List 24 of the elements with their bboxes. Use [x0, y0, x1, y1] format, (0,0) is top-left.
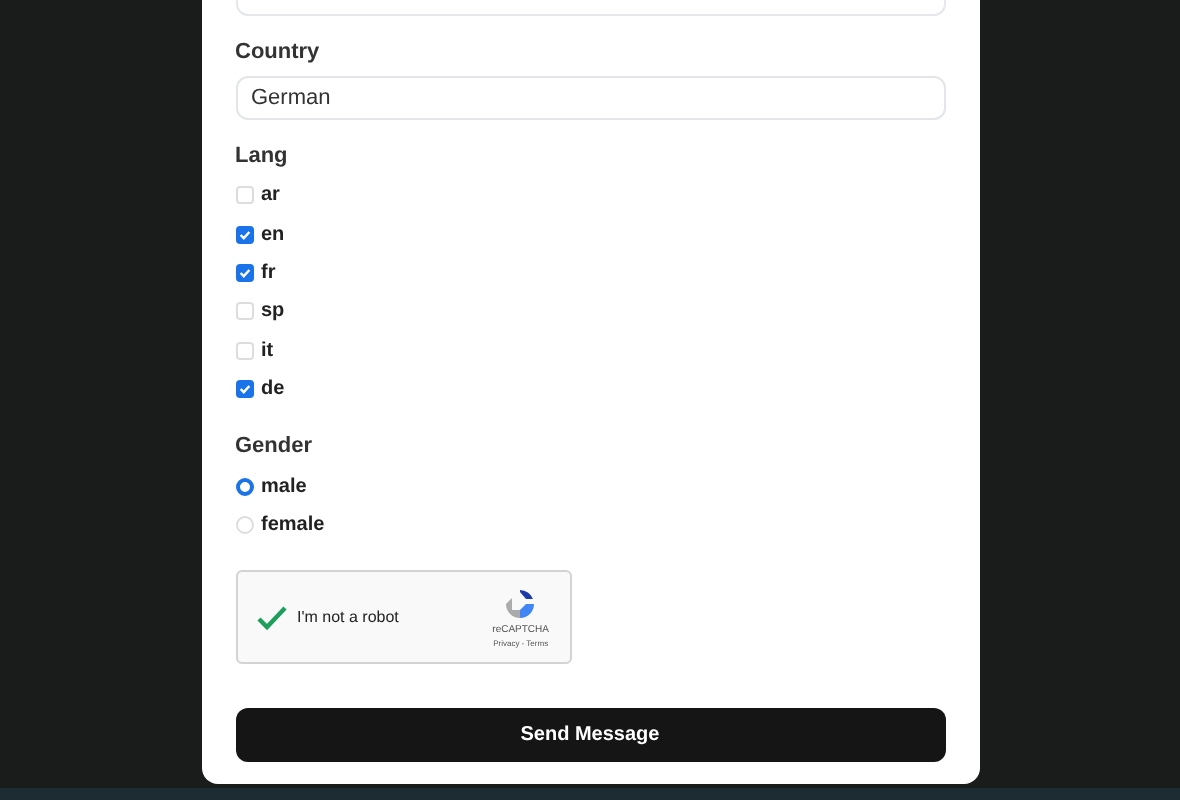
radio-button[interactable]	[235, 477, 253, 496]
checkbox-label: en	[261, 221, 285, 250]
checkbox[interactable]	[235, 341, 253, 360]
field-label: Gender	[235, 432, 313, 461]
send-message-button[interactable]: Send Message	[235, 708, 945, 763]
checkbox-label: fr	[261, 259, 276, 288]
checkbox-label: de	[261, 376, 285, 405]
radio-label: male	[261, 473, 307, 502]
radio-label: female	[261, 511, 325, 540]
check-icon	[255, 603, 287, 632]
input-field[interactable]	[235, 0, 945, 16]
checkbox-label: ar	[261, 182, 280, 211]
field-label: Country	[235, 38, 320, 66]
checkbox[interactable]	[235, 263, 253, 282]
checkbox[interactable]	[235, 380, 253, 399]
country-field[interactable]: German	[235, 76, 945, 120]
checkbox[interactable]	[235, 225, 253, 244]
checkbox-label: it	[261, 337, 274, 366]
field-label: Lang	[235, 142, 288, 170]
checkbox-label: sp	[261, 298, 285, 327]
captcha-label: I'm not a robot	[297, 605, 399, 630]
checkbox[interactable]	[235, 186, 253, 205]
recaptcha-logo-icon	[502, 585, 539, 622]
checkbox[interactable]	[235, 302, 253, 321]
